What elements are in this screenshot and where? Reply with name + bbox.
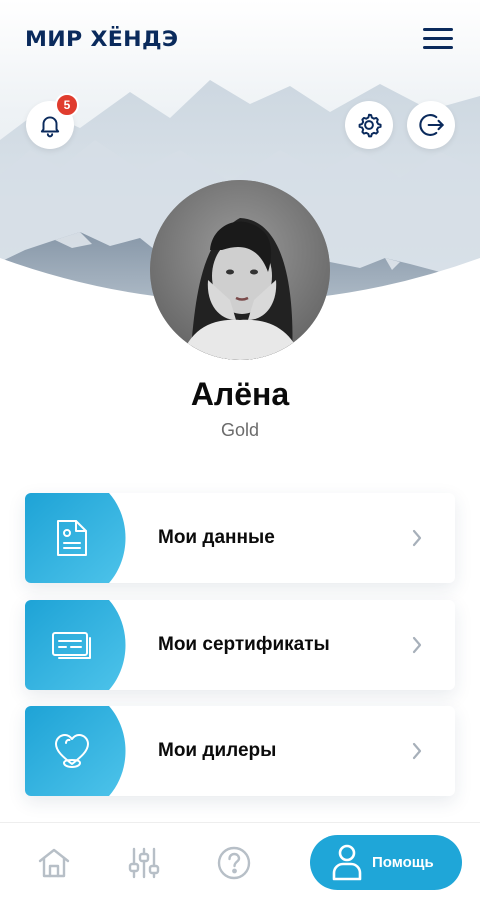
chevron-right-icon [412,742,422,760]
user-avatar[interactable] [150,180,330,360]
bottom-navigation: Помощь [0,822,480,900]
hamburger-menu-icon[interactable] [420,24,456,52]
chevron-right-icon [412,636,422,654]
menu-item-my-dealers[interactable]: Мои дилеры [25,706,455,796]
menu-item-tab [25,600,127,690]
chevron-right-icon [412,529,422,547]
bell-icon [40,116,60,138]
notification-count-badge: 5 [55,93,79,117]
help-button[interactable]: Помощь [310,835,462,890]
menu-item-tab [25,493,127,583]
gear-icon [358,113,382,138]
document-icon [57,520,87,556]
user-icon [332,844,362,881]
settings-button[interactable] [345,101,393,149]
heart-pin-icon [55,734,89,768]
app-header: МИР ХЁНДЭ [0,0,480,78]
question-icon[interactable] [216,845,252,881]
logout-button[interactable] [407,101,455,149]
sliders-icon[interactable] [126,845,162,881]
menu-item-label: Мои сертификаты [158,634,330,655]
menu-item-my-data[interactable]: Мои данные [25,493,455,583]
brand-logo[interactable]: МИР ХЁНДЭ [25,27,178,51]
home-icon[interactable] [36,845,72,881]
user-status-level: Gold [220,420,260,440]
logout-icon [419,114,444,136]
help-button-label: Помощь [372,854,434,871]
menu-item-my-certificates[interactable]: Мои сертификаты [25,600,455,690]
certificates-icon [52,632,91,659]
menu-item-label: Мои данные [158,527,275,548]
menu-item-label: Мои дилеры [158,740,277,761]
user-name: Алёна [190,376,290,412]
menu-item-tab [25,706,127,796]
